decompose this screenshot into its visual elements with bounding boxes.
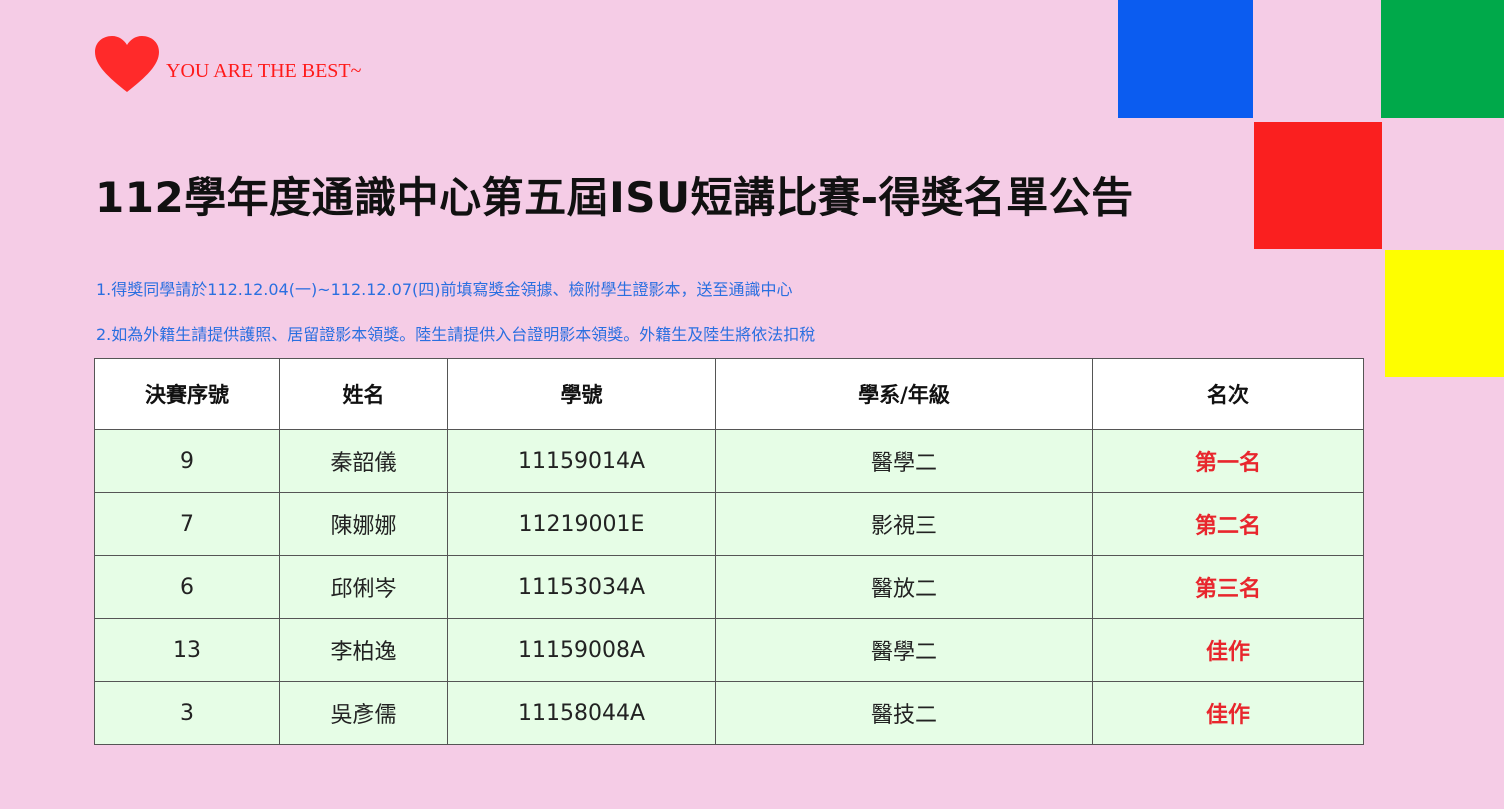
name-cell: 秦韶儀: [279, 429, 448, 493]
table-row: 9 秦韶儀 11159014A 醫學二 第一名: [94, 429, 1364, 493]
final-number-cell: 13: [94, 618, 280, 682]
student-id-cell: 11153034A: [447, 555, 716, 619]
header-student-id: 學號: [447, 358, 716, 430]
department-grade-cell: 醫技二: [715, 681, 1093, 745]
table-header-row: 決賽序號 姓名 學號 學系/年級 名次: [94, 358, 1364, 430]
slogan-text: YOU ARE THE BEST~: [166, 60, 362, 82]
red-block: [1254, 122, 1382, 249]
student-id-cell: 11158044A: [447, 681, 716, 745]
header-rank: 名次: [1092, 358, 1364, 430]
notice-line-2: 2.如為外籍生請提供護照、居留證影本領獎。陸生請提供入台證明影本領獎。外籍生及陸…: [96, 325, 816, 344]
page-title: 112學年度通識中心第五屆ISU短講比賽-得獎名單公告: [95, 173, 1134, 222]
department-grade-cell: 醫學二: [715, 429, 1093, 493]
final-number-cell: 3: [94, 681, 280, 745]
name-cell: 邱俐岑: [279, 555, 448, 619]
student-id-cell: 11219001E: [447, 492, 716, 556]
department-grade-cell: 醫學二: [715, 618, 1093, 682]
heart-icon: [95, 36, 159, 92]
final-number-cell: 9: [94, 429, 280, 493]
table-row: 6 邱俐岑 11153034A 醫放二 第三名: [94, 555, 1364, 619]
award-table: 決賽序號 姓名 學號 學系/年級 名次 9 秦韶儀 11159014A 醫學二 …: [94, 358, 1364, 745]
rank-cell: 佳作: [1092, 618, 1364, 682]
rank-cell: 第三名: [1092, 555, 1364, 619]
student-id-cell: 11159008A: [447, 618, 716, 682]
name-cell: 吳彥儒: [279, 681, 448, 745]
student-id-cell: 11159014A: [447, 429, 716, 493]
table-row: 3 吳彥儒 11158044A 醫技二 佳作: [94, 681, 1364, 745]
name-cell: 陳娜娜: [279, 492, 448, 556]
final-number-cell: 7: [94, 492, 280, 556]
rank-cell: 第二名: [1092, 492, 1364, 556]
header-name: 姓名: [279, 358, 448, 430]
table-row: 13 李柏逸 11159008A 醫學二 佳作: [94, 618, 1364, 682]
final-number-cell: 6: [94, 555, 280, 619]
blue-block: [1118, 0, 1253, 118]
rank-cell: 第一名: [1092, 429, 1364, 493]
yellow-block: [1385, 250, 1504, 377]
header-department-grade: 學系/年級: [715, 358, 1093, 430]
name-cell: 李柏逸: [279, 618, 448, 682]
department-grade-cell: 醫放二: [715, 555, 1093, 619]
department-grade-cell: 影視三: [715, 492, 1093, 556]
green-block: [1381, 0, 1504, 118]
header-final-number: 決賽序號: [94, 358, 280, 430]
notice-line-1: 1.得獎同學請於112.12.04(一)~112.12.07(四)前填寫獎金領據…: [96, 280, 793, 299]
rank-cell: 佳作: [1092, 681, 1364, 745]
table-row: 7 陳娜娜 11219001E 影視三 第二名: [94, 492, 1364, 556]
